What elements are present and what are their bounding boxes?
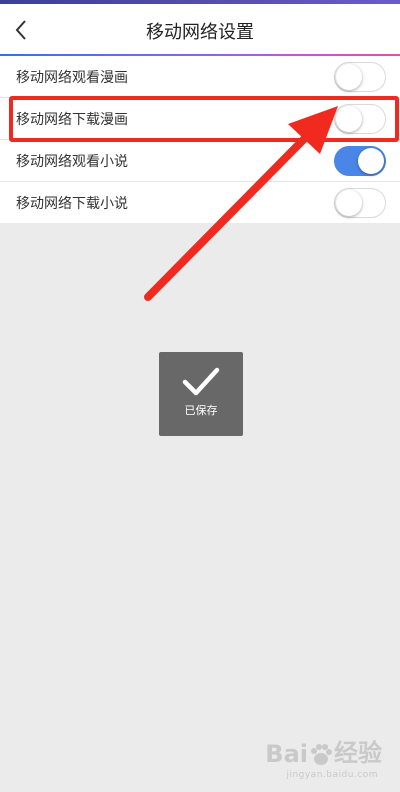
setting-row-download-novels: 移动网络下载小说	[0, 182, 400, 223]
setting-label: 移动网络观看漫画	[16, 69, 128, 86]
toggle-switch[interactable]	[334, 103, 386, 134]
setting-label: 移动网络下载小说	[16, 195, 128, 212]
checkmark-icon	[182, 367, 220, 396]
setting-row-download-comics: 移动网络下载漫画	[0, 98, 400, 140]
toggle-knob	[358, 147, 384, 174]
watermark-brand: Bai	[265, 740, 308, 768]
setting-row-watch-novels: 移动网络观看小说	[0, 140, 400, 182]
toggle-switch[interactable]	[334, 145, 386, 176]
toggle-knob	[336, 63, 362, 90]
watermark-suffix: 经验	[334, 739, 382, 767]
setting-label: 移动网络观看小说	[16, 153, 128, 170]
toggle-switch[interactable]	[334, 61, 386, 92]
setting-label: 移动网络下载漫画	[16, 111, 128, 128]
saved-toast: 已保存	[159, 352, 243, 436]
watermark-url: jingyan.baidu.com	[286, 770, 378, 780]
toggle-knob	[336, 105, 362, 132]
header: 移动网络设置	[0, 4, 400, 56]
watermark-logo: Bai 经验	[265, 733, 382, 768]
toggle-switch[interactable]	[334, 187, 386, 218]
page-title: 移动网络设置	[146, 22, 254, 43]
settings-list: 移动网络观看漫画 移动网络下载漫画 移动网络观看小说 移动网络下载小说	[0, 56, 400, 223]
paw-icon	[311, 744, 332, 765]
toggle-knob	[336, 189, 362, 216]
toast-text: 已保存	[184, 404, 218, 417]
setting-row-watch-comics: 移动网络观看漫画	[0, 56, 400, 98]
